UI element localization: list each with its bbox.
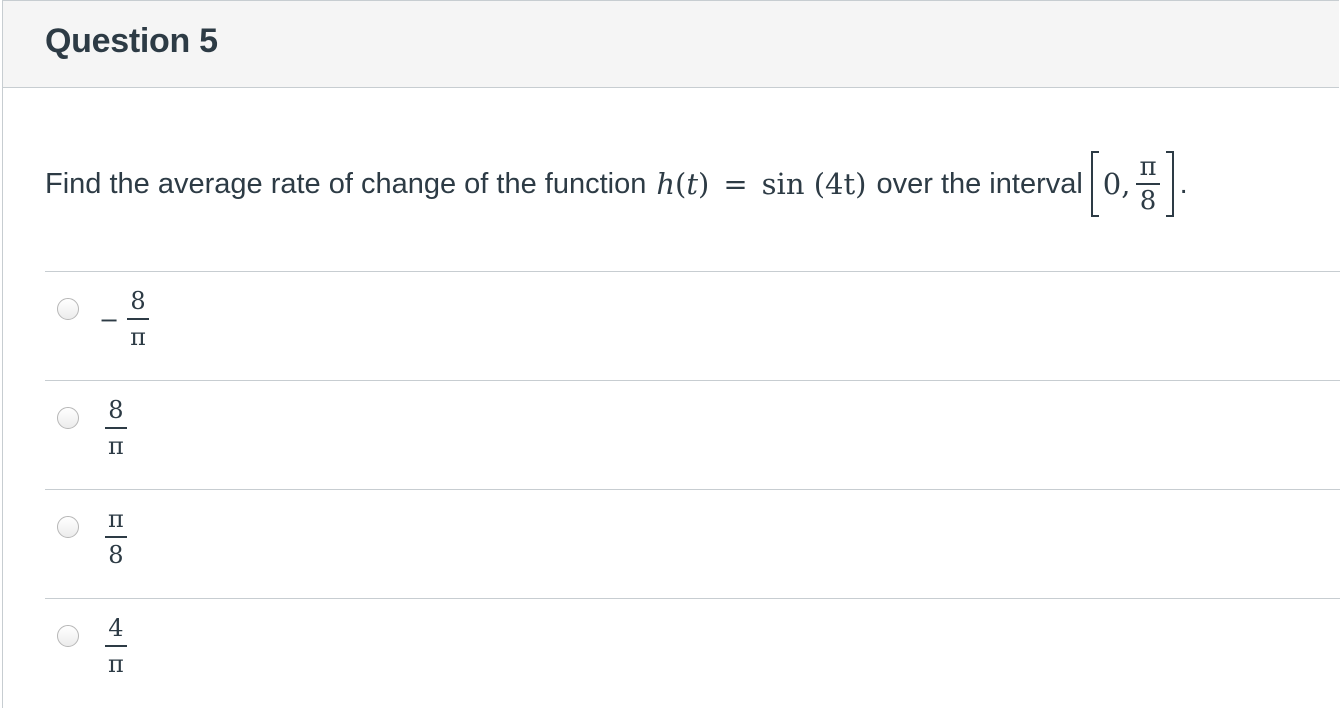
function-rhs: sin (4t) [762,167,867,201]
answer-choice: 4 π [99,613,133,679]
sin-function: sin [761,167,805,201]
answer-option[interactable]: π 8 [45,489,1340,598]
fraction-numerator: 4 [108,614,124,642]
answer-radio-button[interactable] [57,407,79,429]
fraction-bar [105,645,127,647]
fraction-bar [105,536,127,538]
fraction-bar [127,318,149,320]
question-title: Question 5 [45,22,218,60]
right-bracket [1165,151,1174,217]
question-header: Question 5 [3,1,1339,88]
interval-text: over the interval [876,167,1083,200]
left-bracket [1090,151,1099,217]
answer-radio-button[interactable] [57,625,79,647]
answer-radio-button[interactable] [57,516,79,538]
answer-choice: π 8 [99,504,133,570]
fraction-numerator: 8 [108,396,124,424]
answer-option[interactable]: − 8 π [45,271,1340,380]
sin-argument: (4t) [813,167,867,201]
prompt-text: Find the average rate of change of the f… [45,167,647,200]
answer-fraction: 4 π [105,613,127,679]
negative-sign: − [99,306,120,334]
function-name: h [656,167,676,201]
quiz-question-panel: Question 5 Find the average rate of chan… [2,0,1340,708]
fraction-denominator: π [108,432,124,460]
fraction-denominator: 8 [1139,186,1157,216]
question-prompt: Find the average rate of change of the f… [45,139,1188,229]
prompt-period: . [1179,167,1188,200]
answer-fraction: 8 π [127,286,149,352]
answer-option[interactable]: 8 π [45,380,1340,489]
answer-choice: 8 π [99,395,133,461]
fraction-numerator: 8 [130,287,146,315]
answer-choice: − 8 π [99,286,155,352]
answer-option[interactable]: 4 π [45,598,1340,707]
fraction-bar [105,427,127,429]
interval-right-fraction: π 8 [1136,152,1160,216]
fraction-numerator: π [108,505,124,533]
fraction-numerator: π [1139,152,1157,182]
interval-left-value: 0, [1102,167,1131,201]
fraction-bar [1136,183,1160,185]
interval-expression: 0, π 8 [1090,151,1174,217]
answer-radio-button[interactable] [57,298,79,320]
answer-fraction: 8 π [105,395,127,461]
fraction-denominator: π [108,650,124,678]
equals-sign: = [723,167,748,201]
function-expression: h(t) [656,167,710,201]
answer-fraction: π 8 [105,504,127,570]
fraction-denominator: π [130,323,146,351]
function-variable: t [686,167,699,201]
fraction-denominator: 8 [108,541,124,569]
answer-list: − 8 π 8 π π 8 4 π [45,271,1340,707]
